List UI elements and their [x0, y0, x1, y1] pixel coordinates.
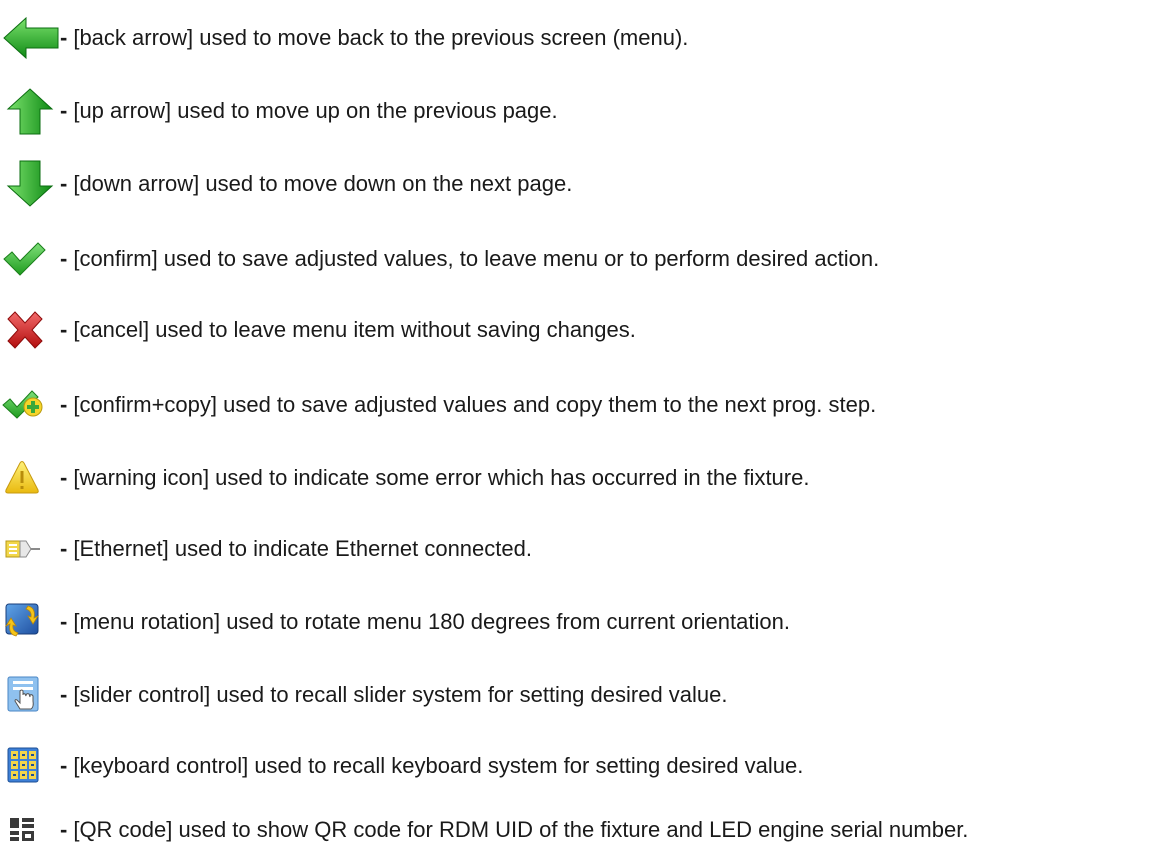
- warning-icon: [0, 454, 60, 502]
- keyboard-control-icon: [0, 742, 60, 790]
- separator-dash: -: [60, 25, 68, 50]
- separator-dash: -: [60, 817, 68, 842]
- separator-dash: -: [60, 246, 68, 271]
- legend-text: [keyboard control] used to recall keyboa…: [73, 753, 804, 778]
- separator-dash: -: [60, 753, 68, 778]
- legend-item-menu-rotation: - [menu rotation] used to rotate menu 18…: [0, 598, 790, 646]
- legend-item-ethernet: - [Ethernet] used to indicate Ethernet c…: [0, 525, 532, 573]
- legend-item-back-arrow: - [back arrow] used to move back to the …: [0, 14, 688, 62]
- legend-item-cancel: - [cancel] used to leave menu item witho…: [0, 306, 636, 354]
- up-arrow-icon: [0, 87, 60, 135]
- legend-text: [up arrow] used to move up on the previo…: [73, 98, 558, 123]
- legend-item-qr-code: - [QR code] used to show QR code for RDM…: [0, 806, 968, 854]
- separator-dash: -: [60, 609, 68, 634]
- slider-control-icon: [0, 671, 60, 719]
- cancel-x-icon: [0, 306, 60, 354]
- legend-text: [confirm+copy] used to save adjusted val…: [73, 392, 877, 417]
- legend-text: [slider control] used to recall slider s…: [73, 682, 728, 707]
- legend-item-up-arrow: - [up arrow] used to move up on the prev…: [0, 87, 558, 135]
- separator-dash: -: [60, 392, 68, 417]
- confirm-copy-icon: [0, 381, 60, 429]
- legend-item-confirm: - [confirm] used to save adjusted values…: [0, 235, 879, 283]
- legend-item-confirm-copy: - [confirm+copy] used to save adjusted v…: [0, 381, 876, 429]
- qr-code-icon: [0, 806, 60, 854]
- legend-text: [cancel] used to leave menu item without…: [73, 317, 636, 342]
- legend-text: [menu rotation] used to rotate menu 180 …: [73, 609, 790, 634]
- legend-item-keyboard-control: - [keyboard control] used to recall keyb…: [0, 742, 803, 790]
- legend-text: [confirm] used to save adjusted values, …: [73, 246, 880, 271]
- legend-text: [down arrow] used to move down on the ne…: [73, 171, 573, 196]
- legend-item-warning: - [warning icon] used to indicate some e…: [0, 454, 809, 502]
- separator-dash: -: [60, 536, 68, 561]
- back-arrow-icon: [0, 14, 60, 62]
- legend-text: [back arrow] used to move back to the pr…: [73, 25, 689, 50]
- ethernet-icon: [0, 525, 60, 573]
- legend-text: [QR code] used to show QR code for RDM U…: [73, 817, 969, 842]
- separator-dash: -: [60, 682, 68, 707]
- legend-item-slider-control: - [slider control] used to recall slider…: [0, 671, 728, 719]
- down-arrow-icon: [0, 160, 60, 208]
- separator-dash: -: [60, 171, 68, 196]
- separator-dash: -: [60, 317, 68, 342]
- separator-dash: -: [60, 98, 68, 123]
- menu-rotation-icon: [0, 598, 60, 646]
- legend-text: [warning icon] used to indicate some err…: [73, 465, 810, 490]
- legend-text: [Ethernet] used to indicate Ethernet con…: [73, 536, 532, 561]
- separator-dash: -: [60, 465, 68, 490]
- legend-item-down-arrow: - [down arrow] used to move down on the …: [0, 160, 572, 208]
- confirm-check-icon: [0, 235, 60, 283]
